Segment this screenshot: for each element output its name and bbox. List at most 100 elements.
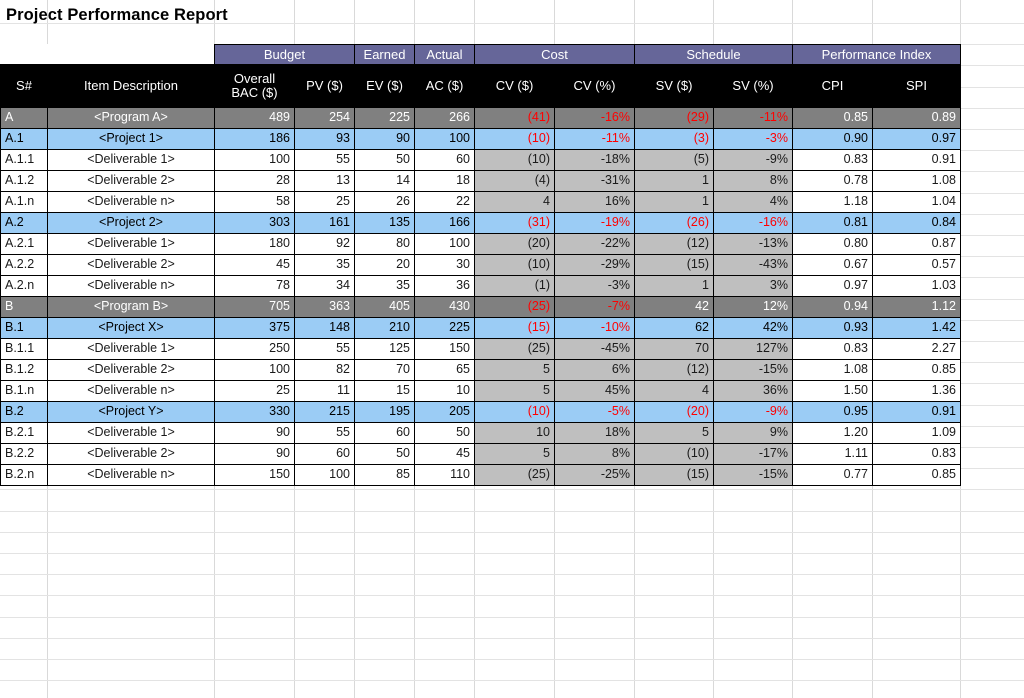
cell-spi: 0.89 [872, 107, 961, 129]
cell-sv-dollar: 70 [634, 338, 714, 360]
column-header-item-description: Item Description [47, 64, 215, 108]
table-row[interactable]: A.2 <Project 2> 303 161 135 166 (31) -19% (26) -1… [0, 212, 961, 234]
cell-item-description: <Deliverable 2> [47, 254, 215, 276]
cell-item-description: <Project 2> [47, 212, 215, 234]
cell-ev: 225 [354, 107, 415, 129]
cell-sv-percent: -43% [713, 254, 793, 276]
cell-ac: 166 [414, 212, 475, 234]
cell-sv-percent: -16% [713, 212, 793, 234]
table-row[interactable]: A <Program A> 489 254 225 266 (41) -16% (29) -11%… [0, 107, 961, 129]
cell-ac: 10 [414, 380, 475, 402]
cell-overall-bac: 180 [214, 233, 295, 255]
cell-serial-number: B.2.1 [0, 422, 48, 444]
cell-spi: 1.08 [872, 170, 961, 192]
cell-spi: 1.03 [872, 275, 961, 297]
cell-sv-dollar: 1 [634, 170, 714, 192]
table-row[interactable]: A.1 <Project 1> 186 93 90 100 (10) -11% (3) -3% 0.… [0, 128, 961, 150]
cell-cv-percent: -11% [554, 128, 635, 150]
cell-cv-percent: -18% [554, 149, 635, 171]
cell-cpi: 0.93 [792, 317, 873, 339]
grid-row-line [0, 617, 1024, 618]
cell-spi: 0.87 [872, 233, 961, 255]
cell-cpi: 0.77 [792, 464, 873, 486]
table-row[interactable]: B.1.2 <Deliverable 2> 100 82 70 65 5 6% (12) -15%… [0, 359, 961, 381]
cell-ac: 22 [414, 191, 475, 213]
table-row[interactable]: A.1.1 <Deliverable 1> 100 55 50 60 (10) -18% (5)… [0, 149, 961, 171]
column-header-sv-percent: SV (%) [713, 64, 793, 108]
cell-serial-number: B [0, 296, 48, 318]
cell-ev: 85 [354, 464, 415, 486]
cell-cpi: 0.94 [792, 296, 873, 318]
cell-overall-bac: 489 [214, 107, 295, 129]
cell-cv-percent: -45% [554, 338, 635, 360]
cell-sv-dollar: (3) [634, 128, 714, 150]
cell-sv-dollar: 1 [634, 275, 714, 297]
cell-item-description: <Deliverable 1> [47, 338, 215, 360]
cell-item-description: <Project 1> [47, 128, 215, 150]
cell-pv: 254 [294, 107, 355, 129]
cell-overall-bac: 45 [214, 254, 295, 276]
cell-cv-dollar: (31) [474, 212, 555, 234]
cell-cv-dollar: 4 [474, 191, 555, 213]
grid-row-line [0, 680, 1024, 681]
column-header-overall-bac-line1: Overall [233, 71, 276, 87]
cell-sv-dollar: (15) [634, 254, 714, 276]
cell-pv: 215 [294, 401, 355, 423]
cell-sv-percent: 127% [713, 338, 793, 360]
cell-pv: 35 [294, 254, 355, 276]
cell-overall-bac: 90 [214, 422, 295, 444]
cell-ev: 125 [354, 338, 415, 360]
cell-pv: 55 [294, 149, 355, 171]
table-row[interactable]: B.1.n <Deliverable n> 25 11 15 10 5 45% 4 36% 1.50… [0, 380, 961, 402]
cell-cpi: 0.78 [792, 170, 873, 192]
cell-overall-bac: 78 [214, 275, 295, 297]
cell-cv-percent: -3% [554, 275, 635, 297]
cell-cv-dollar: 5 [474, 359, 555, 381]
grid-row-line [0, 638, 1024, 639]
cell-overall-bac: 28 [214, 170, 295, 192]
cell-spi: 0.97 [872, 128, 961, 150]
table-row[interactable]: B.2.2 <Deliverable 2> 90 60 50 45 5 8% (10) -17% 1… [0, 443, 961, 465]
table-row[interactable]: A.2.2 <Deliverable 2> 45 35 20 30 (10) -29% (15)… [0, 254, 961, 276]
cell-ev: 15 [354, 380, 415, 402]
cell-sv-percent: -15% [713, 359, 793, 381]
cell-ac: 225 [414, 317, 475, 339]
cell-overall-bac: 303 [214, 212, 295, 234]
table-row[interactable]: B.2.1 <Deliverable 1> 90 55 60 50 10 18% 5 9% 1.20… [0, 422, 961, 444]
cell-item-description: <Deliverable n> [47, 380, 215, 402]
table-row[interactable]: A.2.n <Deliverable n> 78 34 35 36 (1) -3% 1 3% 0.9… [0, 275, 961, 297]
table-row[interactable]: B.1.1 <Deliverable 1> 250 55 125 150 (25) -45% 7… [0, 338, 961, 360]
cell-pv: 25 [294, 191, 355, 213]
cell-cpi: 0.85 [792, 107, 873, 129]
column-header-ac: AC ($) [414, 64, 475, 108]
cell-cv-dollar: (25) [474, 464, 555, 486]
cell-ev: 210 [354, 317, 415, 339]
cell-ev: 26 [354, 191, 415, 213]
column-header-ev: EV ($) [354, 64, 415, 108]
group-header-earned: Earned [354, 44, 415, 65]
cell-pv: 55 [294, 338, 355, 360]
cell-cv-dollar: (10) [474, 149, 555, 171]
cell-spi: 1.42 [872, 317, 961, 339]
grid-row-line [0, 659, 1024, 660]
cell-ev: 20 [354, 254, 415, 276]
cell-pv: 100 [294, 464, 355, 486]
cell-ac: 110 [414, 464, 475, 486]
table-row[interactable]: A.1.2 <Deliverable 2> 28 13 14 18 (4) -31% 1 8% 0.… [0, 170, 961, 192]
table-row[interactable]: B.1 <Project X> 375 148 210 225 (15) -10% 62 42% 0… [0, 317, 961, 339]
table-row[interactable]: A.2.1 <Deliverable 1> 180 92 80 100 (20) -22% (1… [0, 233, 961, 255]
table-row[interactable]: A.1.n <Deliverable n> 58 25 26 22 4 16% 1 4% 1.18 1… [0, 191, 961, 213]
cell-serial-number: A.1.2 [0, 170, 48, 192]
cell-cv-percent: -31% [554, 170, 635, 192]
cell-cv-dollar: (20) [474, 233, 555, 255]
table-row[interactable]: B <Program B> 705 363 405 430 (25) -7% 42 12% 0.94… [0, 296, 961, 318]
cell-ac: 18 [414, 170, 475, 192]
cell-sv-dollar: 1 [634, 191, 714, 213]
cell-overall-bac: 150 [214, 464, 295, 486]
cell-cpi: 1.11 [792, 443, 873, 465]
cell-sv-percent: 42% [713, 317, 793, 339]
grid-row-line [0, 511, 1024, 512]
cell-cpi: 1.50 [792, 380, 873, 402]
table-row[interactable]: B.2.n <Deliverable n> 150 100 85 110 (25) -25%(… [0, 464, 961, 486]
table-row[interactable]: B.2 <Project Y> 330 215 195 205 (10) -5% (20) -9%… [0, 401, 961, 423]
